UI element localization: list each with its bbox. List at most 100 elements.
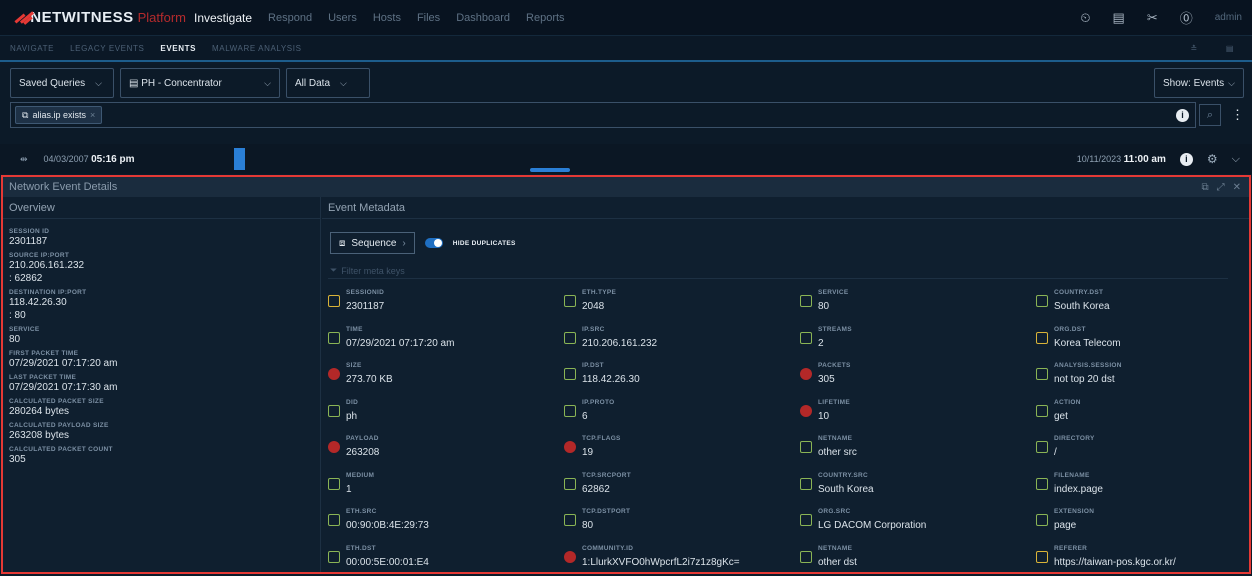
meta-value[interactable]: South Korea [1054, 300, 1110, 314]
meta-item[interactable]: NETNAME other dst [800, 545, 1036, 576]
meta-value[interactable]: South Korea [818, 483, 874, 497]
meta-value[interactable]: 1:LlurkXVFO0hWpcrfL2i7z1z8gKc= [582, 556, 740, 570]
meta-item[interactable]: ETH.TYPE 2048 [564, 289, 800, 326]
nav-investigate[interactable]: Investigate [186, 11, 260, 25]
panel-toggle-icon[interactable]: ▤ [1218, 44, 1242, 53]
saved-queries-dropdown[interactable]: Saved Queries ⌵ [10, 68, 114, 98]
tab-events[interactable]: EVENTS [152, 44, 204, 53]
help-icon[interactable]: ⓪ [1180, 8, 1193, 27]
meta-value[interactable]: 1 [346, 483, 374, 497]
tab-legacy-events[interactable]: LEGACY EVENTS [62, 44, 152, 53]
meta-item[interactable]: SESSIONID 2301187 [328, 289, 564, 326]
close-icon[interactable]: ✕ [1233, 182, 1241, 193]
info-icon[interactable]: i [1176, 108, 1189, 122]
info-icon[interactable]: i [1179, 152, 1193, 166]
meta-value[interactable]: 263208 [346, 446, 379, 460]
tools-icon[interactable]: ✂ [1147, 10, 1158, 26]
tab-navigate[interactable]: NAVIGATE [0, 44, 62, 53]
meta-value[interactable]: not top 20 dst [1054, 373, 1122, 387]
meta-item[interactable]: REFERER https://taiwan-pos.kgc.or.kr/ [1036, 545, 1248, 576]
meta-item[interactable]: ANALYSIS.SESSION not top 20 dst [1036, 362, 1248, 399]
meta-value[interactable]: ph [346, 410, 358, 424]
meta-filter-input[interactable]: ⏷ Filter meta keys [328, 263, 1228, 279]
meta-item[interactable]: IP.DST 118.42.26.30 [564, 362, 800, 399]
user-menu[interactable]: admin [1215, 12, 1242, 23]
meta-item[interactable]: SERVICE 80 [800, 289, 1036, 326]
nav-users[interactable]: Users [320, 12, 365, 24]
expand-icon[interactable]: ⤢ [1217, 182, 1225, 193]
meta-value[interactable]: page [1054, 519, 1094, 533]
meta-item[interactable]: DID ph [328, 399, 564, 436]
meta-value[interactable]: 80 [582, 519, 630, 533]
timeline-bar[interactable] [234, 148, 245, 170]
meta-item[interactable]: FILENAME index.page [1036, 472, 1248, 509]
timer-icon[interactable]: ⏲ [1080, 10, 1090, 26]
meta-value[interactable]: other dst [818, 556, 857, 570]
meta-item[interactable]: COMMUNITY.ID 1:LlurkXVFO0hWpcrfL2i7z1z8gK… [564, 545, 800, 576]
meta-value[interactable]: index.page [1054, 483, 1103, 497]
meta-item[interactable]: COUNTRY.SRC South Korea [800, 472, 1036, 509]
meta-value[interactable]: 305 [818, 373, 851, 387]
meta-value[interactable]: 2048 [582, 300, 616, 314]
meta-value[interactable]: LG DACOM Corporation [818, 519, 926, 533]
chevron-down-icon[interactable]: ⌵ [1232, 153, 1240, 166]
meta-value[interactable]: https://taiwan-pos.kgc.or.kr/ [1054, 556, 1176, 570]
meta-item[interactable]: ORG.DST Korea Telecom [1036, 326, 1248, 363]
logo[interactable]: NETWITNESS Platform [0, 9, 186, 26]
hide-duplicates-toggle[interactable] [424, 238, 443, 248]
meta-value[interactable]: 6 [582, 410, 615, 424]
nav-dashboard[interactable]: Dashboard [448, 12, 518, 24]
meta-item[interactable]: SIZE 273.70 KB [328, 362, 564, 399]
meta-value[interactable]: 210.206.161.232 [582, 337, 657, 351]
meta-item[interactable]: COUNTRY.DST South Korea [1036, 289, 1248, 326]
filter-pill[interactable]: ⧉ alias.ip exists × [15, 106, 103, 124]
meta-value[interactable]: 00:90:0B:4E:29:73 [346, 519, 429, 533]
nav-files[interactable]: Files [409, 12, 448, 24]
meta-item[interactable]: PAYLOAD 263208 [328, 435, 564, 472]
meta-item[interactable]: TCP.DSTPORT 80 [564, 508, 800, 545]
meta-item[interactable]: TIME 07/29/2021 07:17:20 am [328, 326, 564, 363]
nav-hosts[interactable]: Hosts [365, 12, 409, 24]
meta-item[interactable]: ETH.SRC 00:90:0B:4E:29:73 [328, 508, 564, 545]
meta-value[interactable]: 273.70 KB [346, 373, 393, 387]
meta-item[interactable]: NETNAME other src [800, 435, 1036, 472]
timeline-track[interactable] [160, 144, 1015, 174]
time-range-dropdown[interactable]: All Data ⌵ [286, 68, 370, 98]
search-button[interactable]: ⌕ [1199, 104, 1221, 126]
meta-item[interactable]: ACTION get [1036, 399, 1248, 436]
meta-value[interactable]: / [1054, 446, 1095, 460]
timeline-brush[interactable] [530, 168, 570, 172]
meta-item[interactable]: TCP.SRCPORT 62862 [564, 472, 800, 509]
close-icon[interactable]: × [90, 110, 95, 120]
meta-item[interactable]: TCP.FLAGS 19 [564, 435, 800, 472]
notes-icon[interactable]: ▤ [1113, 10, 1125, 26]
meta-value[interactable]: get [1054, 410, 1081, 424]
meta-item[interactable]: DIRECTORY / [1036, 435, 1248, 472]
sequence-dropdown[interactable]: ⧈ Sequence › [330, 232, 415, 254]
meta-value[interactable]: 2301187 [346, 300, 384, 314]
nav-reports[interactable]: Reports [518, 12, 573, 24]
tab-malware-analysis[interactable]: MALWARE ANALYSIS [204, 44, 309, 53]
service-dropdown[interactable]: ▤ PH - Concentrator ⌵ [120, 68, 280, 98]
query-filter-input[interactable]: ⧉ alias.ip exists × [10, 102, 1196, 128]
meta-item[interactable]: ORG.SRC LG DACOM Corporation [800, 508, 1036, 545]
meta-value[interactable]: 62862 [582, 483, 631, 497]
meta-value[interactable]: 07/29/2021 07:17:20 am [346, 337, 454, 351]
meta-item[interactable]: PACKETS 305 [800, 362, 1036, 399]
meta-value[interactable]: Korea Telecom [1054, 337, 1121, 351]
meta-value[interactable]: 118.42.26.30 [582, 373, 640, 387]
meta-item[interactable]: ETH.DST 00:00:5E:00:01:E4 [328, 545, 564, 576]
gear-icon[interactable]: ⚙ [1207, 152, 1218, 166]
meta-item[interactable]: STREAMS 2 [800, 326, 1036, 363]
more-vertical-icon[interactable]: ⋮ [1231, 107, 1244, 123]
meta-item[interactable]: IP.PROTO 6 [564, 399, 800, 436]
meta-item[interactable]: EXTENSION page [1036, 508, 1248, 545]
show-events-dropdown[interactable]: Show: Events ⌵ [1154, 68, 1244, 98]
settings-sliders-icon[interactable]: ≛ [1183, 44, 1206, 53]
meta-value[interactable]: 2 [818, 337, 852, 351]
meta-item[interactable]: IP.SRC 210.206.161.232 [564, 326, 800, 363]
pop-out-icon[interactable]: ⧉ [1201, 182, 1208, 193]
expand-icon[interactable]: ⇹ [20, 154, 28, 165]
meta-value[interactable]: 19 [582, 446, 621, 460]
meta-value[interactable]: 10 [818, 410, 850, 424]
